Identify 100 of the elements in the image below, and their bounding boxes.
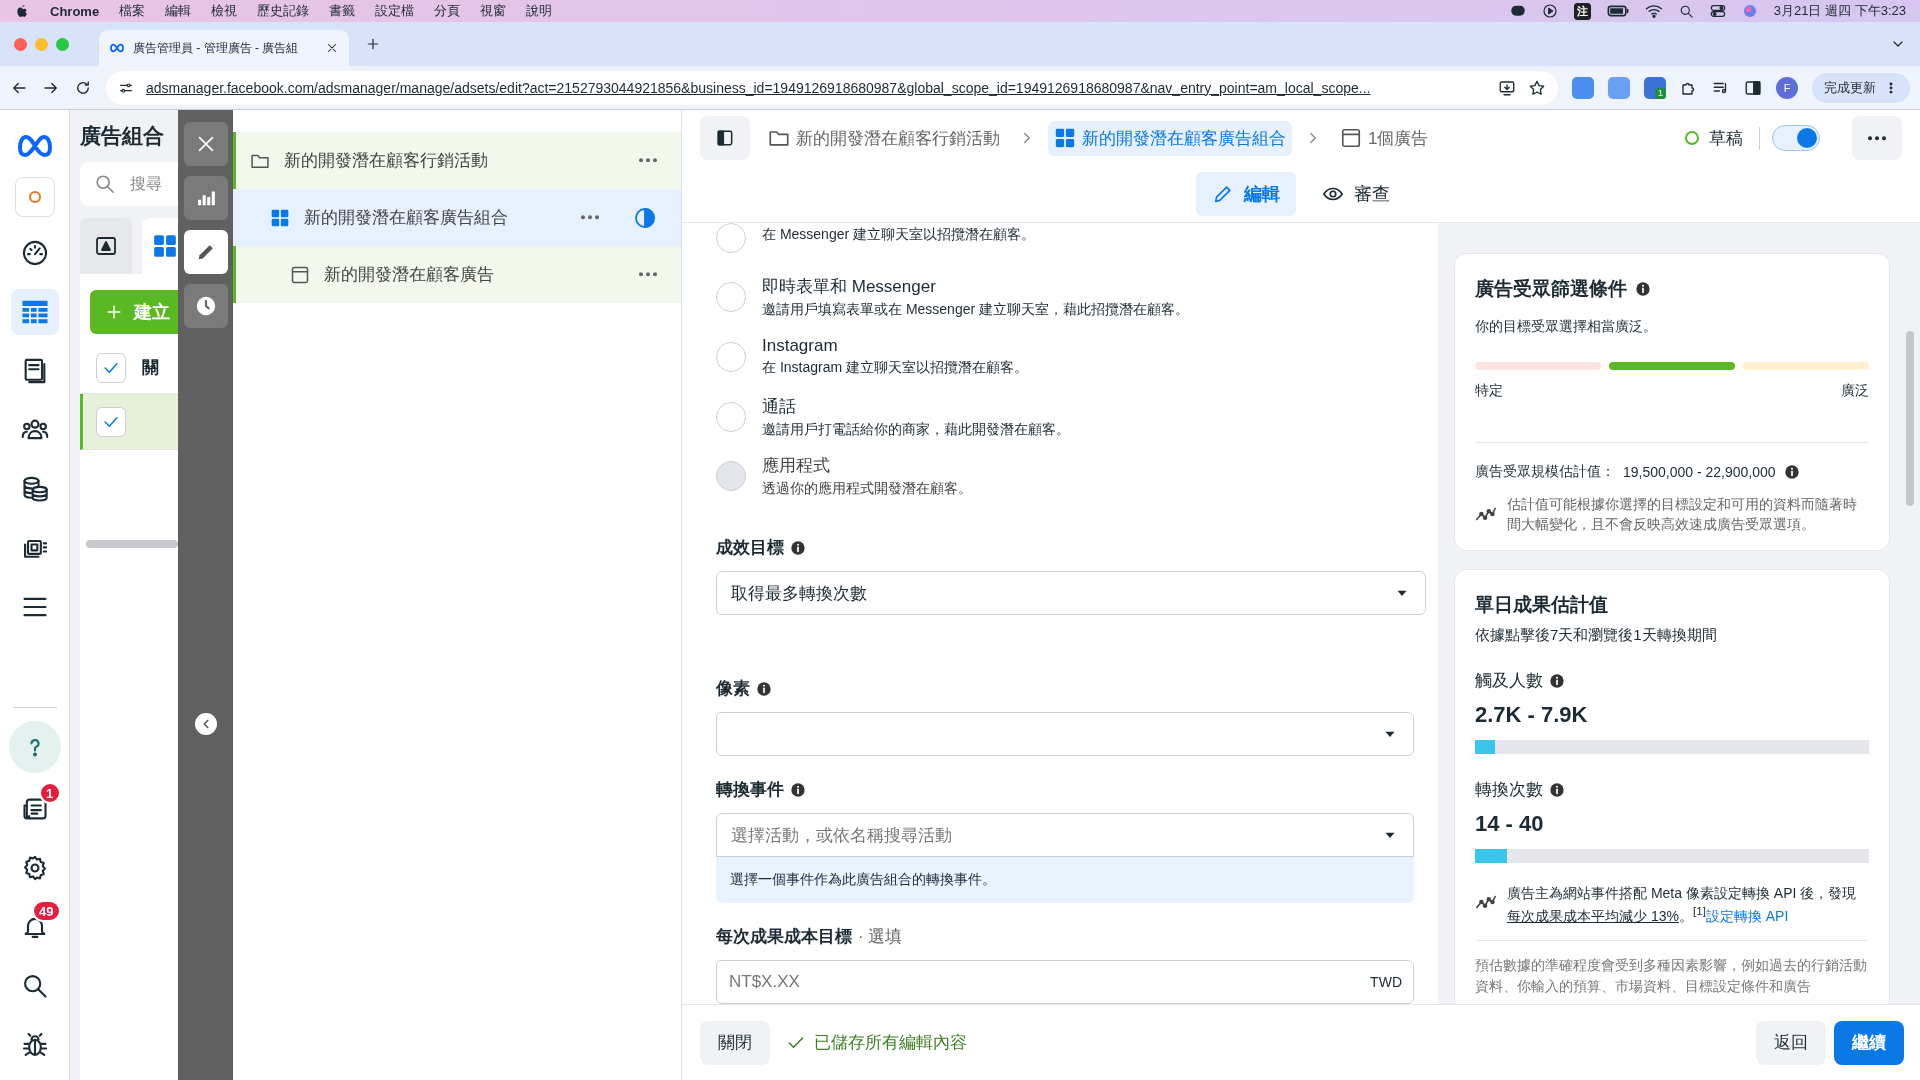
tool-button[interactable] [183, 176, 228, 220]
plus-icon[interactable] [365, 36, 381, 52]
back-button[interactable]: 返回 [1756, 1020, 1826, 1065]
collapse-button[interactable] [194, 713, 217, 735]
continue-button[interactable]: 繼續 [1834, 1020, 1904, 1065]
extension-icon[interactable]: 1 [1644, 76, 1666, 99]
menu-item[interactable]: 編輯 [165, 2, 192, 20]
field-label: 像素 [716, 678, 750, 700]
info-icon [790, 539, 806, 556]
checkbox[interactable] [96, 406, 126, 437]
more-icon[interactable] [581, 215, 599, 220]
option-title: 通話 [762, 395, 797, 418]
checkbox[interactable] [96, 352, 126, 383]
card-subtitle: 依據點擊後7天和瀏覽後1天轉換期間 [1475, 626, 1718, 646]
bookmark-star-icon[interactable] [1528, 78, 1546, 97]
tool-button[interactable] [183, 122, 228, 166]
notification-badge: 1 [38, 782, 61, 804]
update-button[interactable]: 完成更新 [1812, 72, 1910, 103]
menu-item[interactable]: Chrome [50, 3, 100, 19]
play-icon[interactable] [1541, 3, 1558, 19]
extension-icon[interactable] [1572, 76, 1594, 99]
search-icon[interactable] [1678, 3, 1694, 19]
notification-badge: 49 [32, 900, 61, 922]
panel-title: 廣告組合 [80, 123, 165, 149]
option-description: 透過你的應用程式開發潛在顧客。 [762, 480, 972, 499]
apple-icon[interactable] [14, 3, 30, 19]
scrollbar[interactable] [1906, 331, 1914, 506]
coins-icon [20, 475, 49, 503]
breadcrumb[interactable]: 1個廣告 [1334, 120, 1435, 156]
menu-item[interactable]: 視窗 [480, 2, 507, 20]
browser-tab[interactable]: 廣告管理員 - 管理廣告 - 廣告組 [99, 30, 349, 66]
reload-icon[interactable] [74, 78, 92, 97]
adsets-tab[interactable] [142, 218, 178, 274]
hint-text: 選擇一個事件作為此廣告組合的轉換事件。 [716, 857, 1414, 903]
chat-bubble-icon[interactable] [1509, 3, 1526, 19]
breadcrumb[interactable]: 新的開發潛在顧客行銷活動 [762, 120, 1006, 156]
panel-toggle-button[interactable] [700, 116, 750, 160]
half-circle-icon [633, 205, 657, 230]
option-description: 邀請用戶打電話給你的商家，藉此開發潛在顧客。 [762, 420, 1070, 439]
address-bar[interactable]: adsmanager.facebook.com/adsmanager/manage/adsets/edit?act=2152793044921856&business_id=1949126918680987&global_scope_id=1949126918680987&nav_entry_point=am_local_scope... [106, 70, 1558, 105]
close-icon[interactable] [325, 41, 339, 55]
tool-button[interactable] [183, 230, 228, 274]
menu-item[interactable]: 檔案 [119, 2, 146, 20]
menu-item[interactable]: 書籤 [329, 2, 356, 20]
radio-button[interactable] [716, 282, 746, 313]
metric-value: 14 - 40 [1475, 811, 1545, 838]
clock-icon [194, 295, 217, 317]
view-tab[interactable]: 編輯 [1196, 172, 1296, 216]
dropdown[interactable]: 取得最多轉換次數 [716, 571, 1426, 615]
saved-status: 已儲存所有編輯內容 [814, 1032, 967, 1054]
menu-item[interactable]: 設定檔 [375, 2, 415, 20]
tree-item[interactable]: 新的開發潛在顧客廣告 [233, 246, 681, 303]
audience-summary: 你的目標受眾選擇相當廣泛。 [1475, 318, 1658, 336]
menubar-clock[interactable]: 3月21日 週四 下午3:23 [1773, 2, 1906, 20]
grid-icon [152, 233, 178, 259]
brand-logo[interactable] [14, 177, 55, 217]
meter-label: 特定 [1475, 382, 1503, 400]
wifi-icon[interactable] [1644, 2, 1663, 20]
bug-icon [20, 1031, 49, 1059]
radio-button[interactable] [716, 401, 746, 432]
radio-button[interactable] [716, 341, 746, 372]
side-panel-icon[interactable] [1744, 78, 1762, 97]
menu-item[interactable]: 歷史記錄 [257, 2, 310, 20]
menu-item[interactable]: 分頁 [434, 2, 461, 20]
meter-label: 廣泛 [1841, 382, 1869, 400]
input-method-indicator[interactable]: 注 [1573, 2, 1591, 20]
info-icon [790, 781, 806, 798]
install-icon[interactable] [1498, 78, 1516, 97]
search-icon [94, 173, 116, 195]
ad-frame-icon [290, 264, 310, 285]
card-title: 廣告受眾篩選條件 [1475, 277, 1627, 301]
breadcrumb[interactable]: 新的開發潛在顧客廣告組合 [1048, 120, 1292, 156]
campaigns-tab[interactable] [80, 218, 132, 274]
tool-button[interactable] [183, 284, 228, 328]
radio-button[interactable] [716, 223, 746, 253]
profile-avatar[interactable]: F [1776, 76, 1798, 99]
more-icon [1868, 135, 1886, 141]
more-icon[interactable] [639, 272, 657, 277]
pencil-icon [1212, 183, 1234, 205]
currency-suffix: TWD [1370, 974, 1402, 990]
close-button[interactable]: 關閉 [700, 1020, 770, 1065]
metric-value: 2.7K - 7.9K [1475, 702, 1589, 729]
folder-icon [94, 234, 118, 258]
scrollbar[interactable] [86, 540, 178, 548]
menu-item[interactable]: 說明 [526, 2, 553, 20]
setup-api-link[interactable]: 設定轉換 API [1705, 908, 1789, 925]
tree-item[interactable]: 新的開發潛在顧客行銷活動 [233, 132, 681, 189]
control-center-icon[interactable] [1709, 3, 1726, 19]
toggle-switch[interactable] [1772, 125, 1820, 151]
status-label: 草稿 [1709, 127, 1743, 150]
column-header[interactable]: 關 [142, 356, 159, 379]
more-icon[interactable] [639, 158, 657, 163]
menu-item[interactable]: 檢視 [211, 2, 238, 20]
disclaimer-text: 預估數據的準確程度會受到多種因素影響，例如過去的行銷活動資料、你輸入的預算、市場資料、目標設定條件和廣告 [1475, 956, 1868, 996]
dropdown[interactable]: 選擇活動，或依名稱搜尋活動 [716, 813, 1414, 857]
tree-item[interactable]: 新的開發潛在顧客廣告組合 [233, 189, 681, 246]
view-tab[interactable]: 審查 [1306, 172, 1406, 216]
search-field[interactable]: 搜尋 [80, 162, 178, 206]
savings-link[interactable]: 每次成果成本平均減少 13% [1507, 908, 1679, 925]
info-icon [756, 680, 772, 697]
